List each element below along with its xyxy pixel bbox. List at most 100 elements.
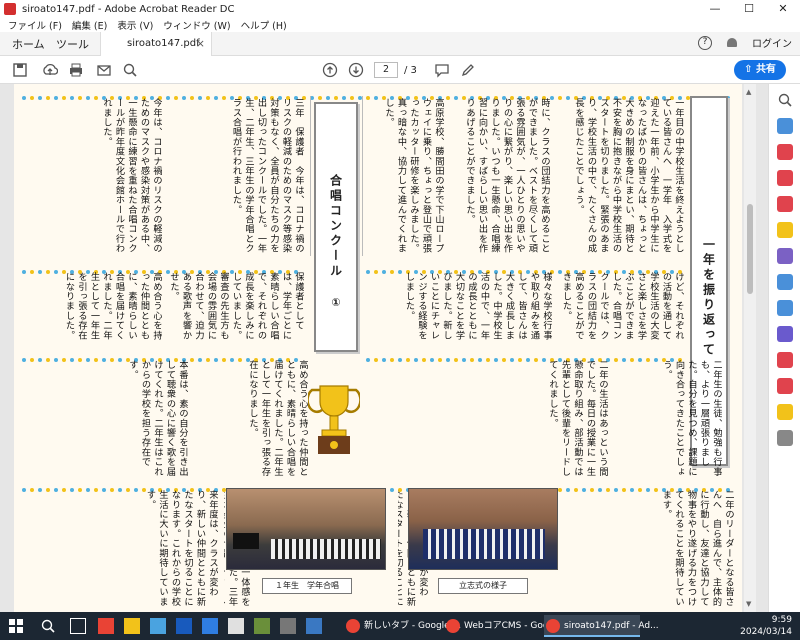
taskbar-chrome-cms[interactable]: WebコアCMS - Goo... bbox=[444, 615, 557, 637]
print-production-icon[interactable] bbox=[777, 378, 793, 394]
taskbar-chrome-newtab[interactable]: 新しいタブ - Google ... bbox=[344, 615, 461, 637]
organize-pages-icon[interactable] bbox=[777, 196, 793, 212]
taskbar-calendar-icon[interactable] bbox=[98, 618, 114, 634]
minimize-button[interactable]: — bbox=[698, 0, 732, 18]
share-label: 共有 bbox=[755, 64, 776, 75]
dot bbox=[342, 96, 346, 100]
comment-icon[interactable] bbox=[434, 62, 450, 78]
close-window-button[interactable]: ✕ bbox=[766, 0, 800, 18]
dot bbox=[390, 358, 394, 362]
text-block-two-years: 二年の生活はあっという間でした。毎日の授業に一生懸命取り組み、部活動では先輩とし… bbox=[547, 360, 608, 477]
more-tools-icon[interactable] bbox=[777, 430, 793, 446]
dot bbox=[558, 488, 562, 492]
dot bbox=[574, 488, 578, 492]
export-pdf-icon[interactable] bbox=[777, 118, 793, 134]
word-icon[interactable] bbox=[176, 618, 192, 634]
dot bbox=[350, 96, 354, 100]
pdf-standards-icon[interactable] bbox=[777, 352, 793, 368]
cloud-upload-icon[interactable] bbox=[42, 62, 58, 78]
tab-document-label: siroato147.pdf bbox=[127, 38, 200, 49]
tab-close-icon[interactable]: × bbox=[196, 37, 205, 50]
fill-sign-icon[interactable] bbox=[777, 248, 793, 264]
menu-window[interactable]: ウィンドウ (W) bbox=[163, 18, 230, 32]
dot bbox=[374, 358, 378, 362]
taskbar-acrobat[interactable]: siroato147.pdf - Ad... bbox=[544, 615, 659, 637]
compress-pdf-icon[interactable] bbox=[777, 300, 793, 316]
edge-icon[interactable] bbox=[202, 618, 218, 634]
tools-sidebar bbox=[768, 84, 800, 612]
title-bar: siroato147.pdf - Adobe Acrobat Reader DC… bbox=[0, 0, 800, 18]
maximize-button[interactable]: ☐ bbox=[732, 0, 766, 18]
text-block-camp: 高原学校、勝間田の学で下山ロープウェイに乗り、ちょっと登山で頑張ったカッター研修… bbox=[383, 98, 444, 254]
save-icon[interactable] bbox=[12, 62, 28, 78]
tab-bar: ホーム ツール siroato147.pdf × ? ログイン bbox=[0, 32, 800, 56]
dot-separator-top bbox=[22, 90, 734, 100]
tab-home[interactable]: ホーム bbox=[12, 36, 45, 52]
dot bbox=[406, 358, 410, 362]
taskbar-app2-icon[interactable] bbox=[254, 618, 270, 634]
clock-time: 9:59 bbox=[771, 615, 792, 625]
scroll-up-icon[interactable]: ▲ bbox=[746, 88, 754, 96]
window-controls: — ☐ ✕ bbox=[698, 0, 800, 18]
login-link[interactable]: ログイン bbox=[752, 35, 792, 50]
menu-view[interactable]: 表示 (V) bbox=[117, 18, 153, 32]
text-block-final: 本番は、素の自分を引き出して聴衆の心に響く歌を届けてくれた。二年生はこれからの学… bbox=[127, 360, 188, 477]
photo-ceremony bbox=[408, 488, 558, 570]
pen-icon[interactable] bbox=[460, 62, 476, 78]
taskbar-app-icon[interactable] bbox=[228, 618, 244, 634]
outlook-icon[interactable] bbox=[150, 618, 166, 634]
share-button[interactable]: ⇧ 共有 bbox=[734, 60, 786, 80]
edit-pdf-icon[interactable] bbox=[777, 170, 793, 186]
create-pdf-icon[interactable] bbox=[777, 144, 793, 160]
task-view-icon[interactable] bbox=[70, 618, 86, 634]
toolbar: 2 / 3 ⇧ 共有 bbox=[0, 56, 800, 84]
certificate-icon[interactable] bbox=[777, 404, 793, 420]
bell-icon[interactable] bbox=[726, 37, 738, 49]
dot-separator-lower bbox=[22, 482, 734, 492]
system-tray-clock[interactable]: 9:59 2024/03/14 bbox=[740, 614, 792, 638]
zoom-search-icon[interactable] bbox=[122, 62, 138, 78]
text-block-performance: 高め合う心を持った仲間とともに、素晴らしい合唱を届けてくれました。二年生として一… bbox=[247, 360, 308, 477]
menu-bar: ファイル (F) 編集 (E) 表示 (V) ウィンドウ (W) ヘルプ (H) bbox=[0, 18, 800, 32]
zoom-in-icon[interactable] bbox=[777, 92, 793, 108]
dot bbox=[398, 358, 402, 362]
file-explorer-icon[interactable] bbox=[124, 618, 140, 634]
document-viewer[interactable]: 一年を振り返って 合唱コンクール ① 一年目の中学校生活を終えようとしている皆さ… bbox=[0, 84, 768, 612]
dot-separator-mid-right bbox=[366, 264, 686, 274]
tab-document[interactable]: siroato147.pdf × bbox=[100, 32, 212, 56]
menu-help[interactable]: ヘルプ (H) bbox=[241, 18, 287, 32]
windows-start-icon[interactable] bbox=[8, 618, 24, 634]
send-track-icon[interactable] bbox=[777, 274, 793, 290]
dot bbox=[566, 488, 570, 492]
clock-date: 2024/03/14 bbox=[740, 627, 792, 637]
email-icon[interactable] bbox=[96, 62, 112, 78]
next-page-icon[interactable] bbox=[348, 62, 364, 78]
taskbar-search-icon[interactable] bbox=[40, 618, 56, 634]
text-block-second-grade: 高め合う心を持った仲間とともに、素晴らしい合唱を届けてくれました。二年生として一… bbox=[63, 272, 163, 340]
previous-page-icon[interactable] bbox=[322, 62, 338, 78]
choir-heading-number: ① bbox=[329, 296, 343, 312]
comment-tool-icon[interactable] bbox=[777, 222, 793, 238]
scroll-down-icon[interactable]: ▼ bbox=[746, 600, 754, 608]
dot bbox=[382, 358, 386, 362]
menu-edit[interactable]: 編集 (E) bbox=[72, 18, 107, 32]
tab-tools[interactable]: ツール bbox=[56, 36, 89, 52]
print-icon[interactable] bbox=[68, 62, 84, 78]
dot bbox=[326, 96, 330, 100]
header-right-icons: ? ログイン bbox=[698, 35, 792, 50]
pdf-page: 一年を振り返って 合唱コンクール ① 一年目の中学校生活を終えようとしている皆さ… bbox=[14, 84, 742, 612]
menu-file[interactable]: ファイル (F) bbox=[8, 18, 62, 32]
page-number-input[interactable]: 2 bbox=[374, 62, 398, 78]
choir-heading: 合唱コンクール bbox=[328, 174, 343, 279]
vertical-scrollbar[interactable]: ▲ ▼ bbox=[744, 84, 756, 612]
window-title: siroato147.pdf - Adobe Acrobat Reader DC bbox=[22, 3, 235, 15]
column-divider bbox=[310, 96, 311, 256]
dot bbox=[334, 96, 338, 100]
dot-separator-mid-left bbox=[22, 264, 307, 274]
taskbar-app3-icon[interactable] bbox=[280, 618, 296, 634]
scrollbar-thumb[interactable] bbox=[747, 204, 753, 294]
dot bbox=[366, 358, 370, 362]
protect-icon[interactable] bbox=[777, 326, 793, 342]
taskbar-app4-icon[interactable] bbox=[306, 618, 322, 634]
help-icon[interactable]: ? bbox=[698, 35, 712, 50]
